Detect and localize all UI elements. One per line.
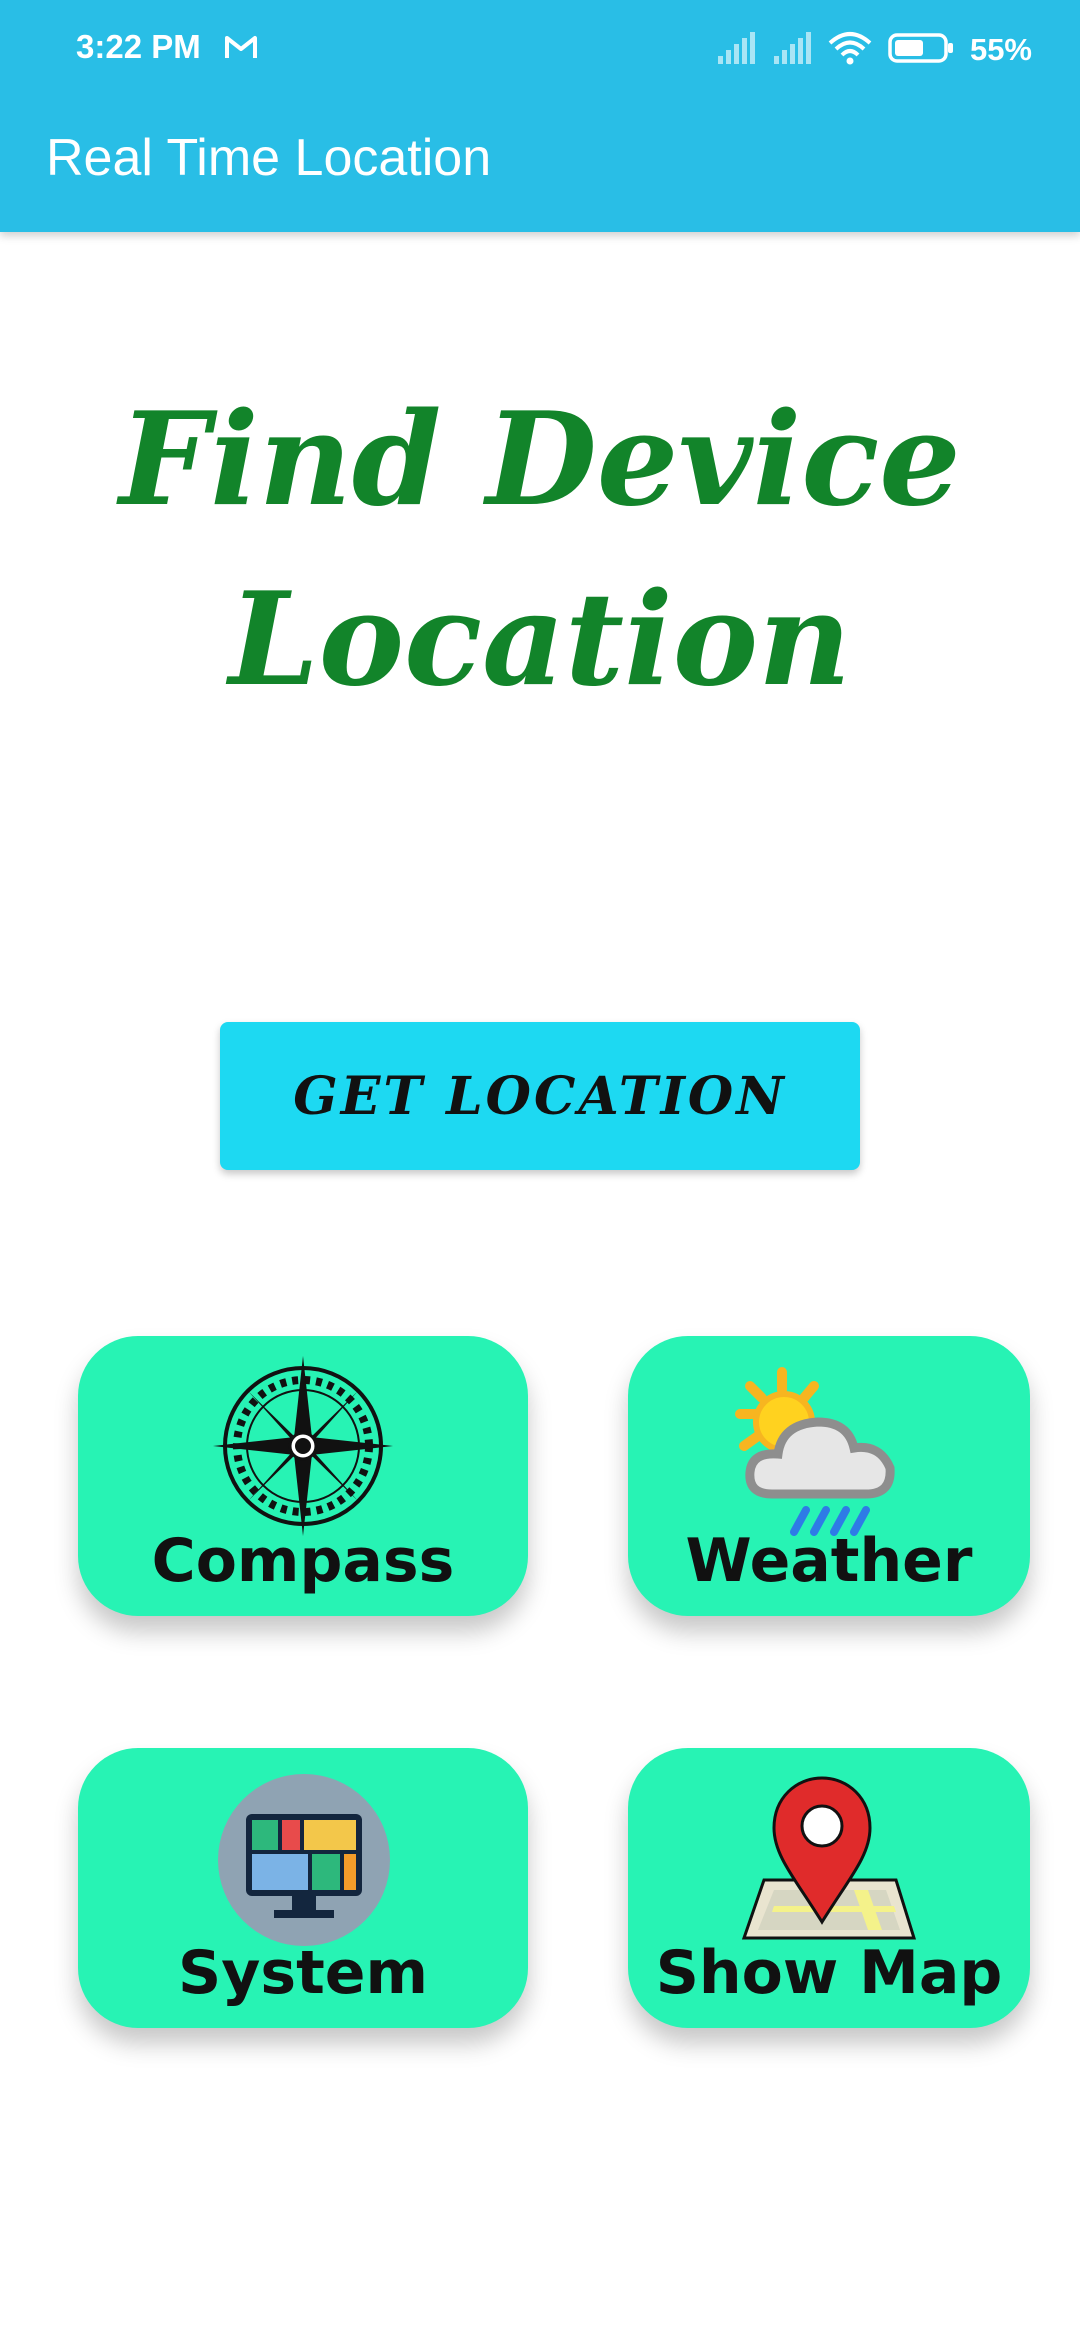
weather-icon [720, 1366, 920, 1550]
headline-line-2: Location [228, 565, 852, 715]
get-location-button[interactable]: GET LOCATION [220, 1022, 860, 1170]
app-bar: 3:22 PM 55% Real Time Location [0, 0, 1080, 232]
weather-tile[interactable]: Weather [628, 1336, 1030, 1616]
weather-label: Weather [685, 1526, 973, 1596]
signal-icon [772, 32, 812, 68]
page-headline: Find Device Location [40, 370, 1040, 730]
system-tile[interactable]: System [78, 1748, 528, 2028]
app-title: Real Time Location [46, 129, 492, 187]
show-map-label: Show Map [655, 1938, 1003, 2008]
compass-tile[interactable]: Compass [78, 1336, 528, 1616]
battery-percent: 55% [969, 32, 1032, 67]
gmail-icon [224, 34, 258, 64]
compass-label: Compass [151, 1526, 455, 1596]
status-bar: 3:22 PM 55% [0, 0, 1080, 100]
headline-line-1: Find Device [119, 385, 961, 535]
map-pin-icon [734, 1772, 924, 1946]
wifi-icon [828, 31, 872, 69]
compass-icon [198, 1344, 408, 1548]
system-label: System [178, 1938, 428, 2008]
status-icons: 55% [716, 28, 1032, 72]
battery-icon [888, 33, 954, 67]
show-map-tile[interactable]: Show Map [628, 1748, 1030, 2028]
status-time: 3:22 PM [76, 28, 201, 65]
monitor-icon [218, 1774, 390, 1950]
signal-icon [716, 32, 756, 68]
